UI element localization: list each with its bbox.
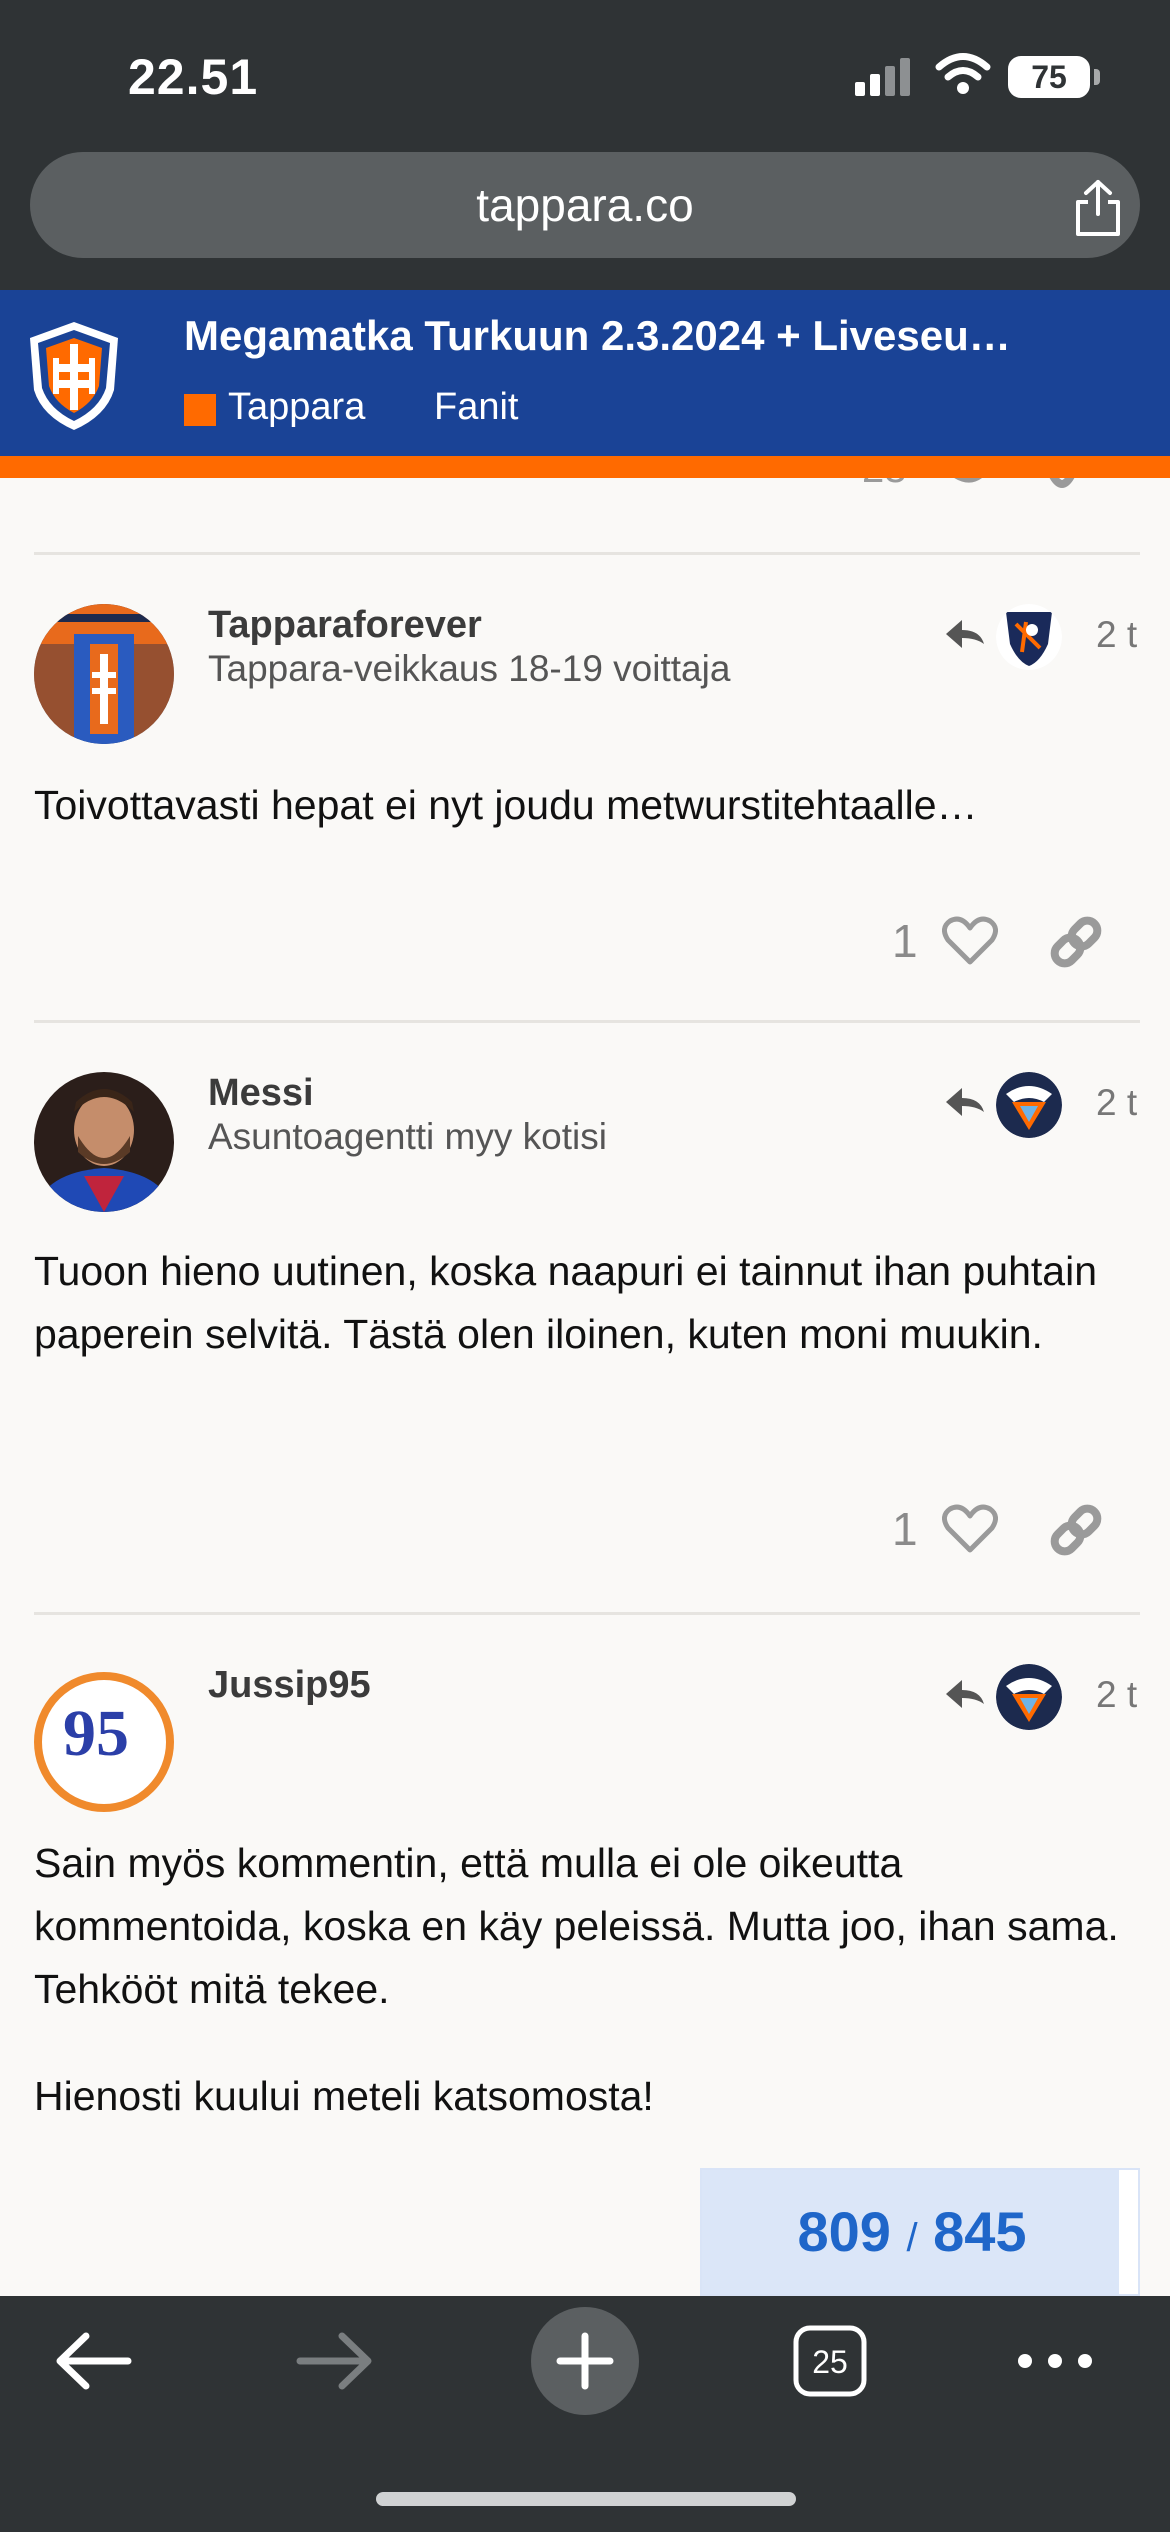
post-date[interactable]: 2 t	[1096, 614, 1137, 656]
link-icon[interactable]	[1048, 1502, 1104, 1558]
url-text: tappara.co	[476, 179, 694, 231]
post-username[interactable]: Messi	[208, 1072, 314, 1115]
signal-icon	[855, 58, 913, 96]
previous-post-actions: 23	[862, 478, 1075, 491]
user-avatar[interactable]	[34, 1072, 174, 1212]
subcategory-link[interactable]: Fanit	[434, 386, 518, 429]
progress-separator: /	[906, 2216, 918, 2260]
post-divider	[34, 552, 1140, 555]
share-icon[interactable]	[1070, 178, 1126, 238]
player-badge-icon[interactable]	[996, 604, 1062, 670]
status-bar: 22.51 75	[0, 0, 1170, 150]
tabs-icon[interactable]: 25	[788, 2296, 872, 2426]
like-count[interactable]: 1	[892, 1502, 918, 1556]
progress-total: 845	[933, 2200, 1027, 2263]
reply-arrow-icon[interactable]	[944, 1086, 986, 1122]
status-time: 22.51	[128, 49, 259, 105]
tappara-badge-icon[interactable]	[996, 1072, 1062, 1138]
post: Messi Asuntoagentti myy kotisi 2 t Tuoon…	[0, 1072, 1170, 1602]
home-indicator[interactable]	[376, 2492, 796, 2506]
post: Tapparaforever Tappara-veikkaus 18-19 vo…	[0, 604, 1170, 1024]
post-body: Sain myös kommentin, että mulla ei ole o…	[34, 1832, 1144, 2128]
progress-current: 809	[797, 2200, 891, 2263]
tappara-badge-icon[interactable]	[996, 1664, 1062, 1730]
header-accent-stripe	[0, 456, 1170, 478]
progress-text: 809 / 845	[702, 2170, 1122, 2294]
post-user-title: Tappara-veikkaus 18-19 voittaja	[208, 648, 731, 689]
battery-nub	[1094, 69, 1100, 85]
svg-text:23: 23	[862, 478, 907, 491]
portrait-avatar-icon	[34, 1072, 174, 1212]
category-link[interactable]: Tappara	[228, 386, 365, 429]
post-username[interactable]: Tapparaforever	[208, 604, 482, 647]
post-paragraph: Toivottavasti hepat ei nyt joudu metwurs…	[34, 782, 978, 828]
post-user-title: Asuntoagentti myy kotisi	[208, 1116, 607, 1157]
category-color-badge	[184, 394, 216, 426]
post-actions: 1	[880, 910, 1140, 970]
post-date[interactable]: 2 t	[1096, 1082, 1137, 1124]
heart-icon[interactable]	[942, 1504, 998, 1554]
post-actions: 1	[880, 1498, 1140, 1558]
user-avatar[interactable]: 95	[34, 1672, 174, 1812]
post-paragraph: Sain myös kommentin, että mulla ei ole o…	[34, 1840, 1119, 2012]
scarf-avatar-icon	[34, 604, 174, 744]
avatar-text: 95	[63, 1697, 129, 1770]
post-paragraph: Tuoon hieno uutinen, koska naapuri ei ta…	[34, 1248, 1097, 1357]
user-avatar[interactable]	[34, 604, 174, 744]
post: 95 Jussip95 2 t Sain myös kommentin, ett…	[0, 1664, 1170, 2144]
more-menu-icon[interactable]	[1010, 2296, 1100, 2426]
topic-progress[interactable]: 809 / 845	[700, 2168, 1140, 2296]
tab-count: 25	[812, 2344, 848, 2380]
reply-arrow-icon[interactable]	[944, 1678, 986, 1714]
post-divider	[34, 1020, 1140, 1023]
like-count[interactable]: 1	[892, 914, 918, 968]
post-date[interactable]: 2 t	[1096, 1674, 1137, 1716]
wifi-icon	[935, 53, 991, 94]
address-bar[interactable]: tappara.co	[30, 152, 1140, 258]
post-divider	[34, 1612, 1140, 1615]
forward-arrow-icon[interactable]	[290, 2296, 380, 2426]
battery-icon: 75	[1008, 56, 1090, 98]
post-body: Tuoon hieno uutinen, koska naapuri ei ta…	[34, 1240, 1144, 1366]
link-icon[interactable]	[1048, 914, 1104, 970]
battery-level: 75	[1031, 59, 1067, 95]
topic-title[interactable]: Megamatka Turkuun 2.3.2024 + Liveseu…	[184, 312, 1104, 360]
tappara-logo-icon[interactable]	[26, 320, 122, 432]
post-username[interactable]: Jussip95	[208, 1664, 371, 1707]
heart-icon[interactable]	[942, 916, 998, 966]
browser-top-bar: tappara.co	[0, 150, 1170, 290]
new-tab-icon[interactable]	[530, 2296, 640, 2426]
post-paragraph: Hienosti kuului meteli katsomosta!	[34, 2073, 654, 2119]
reply-arrow-icon[interactable]	[944, 618, 986, 654]
post-body: Toivottavasti hepat ei nyt joudu metwurs…	[34, 774, 1144, 837]
forum-header: Megamatka Turkuun 2.3.2024 + Liveseu… Ta…	[0, 290, 1170, 456]
back-arrow-icon[interactable]	[48, 2296, 138, 2426]
